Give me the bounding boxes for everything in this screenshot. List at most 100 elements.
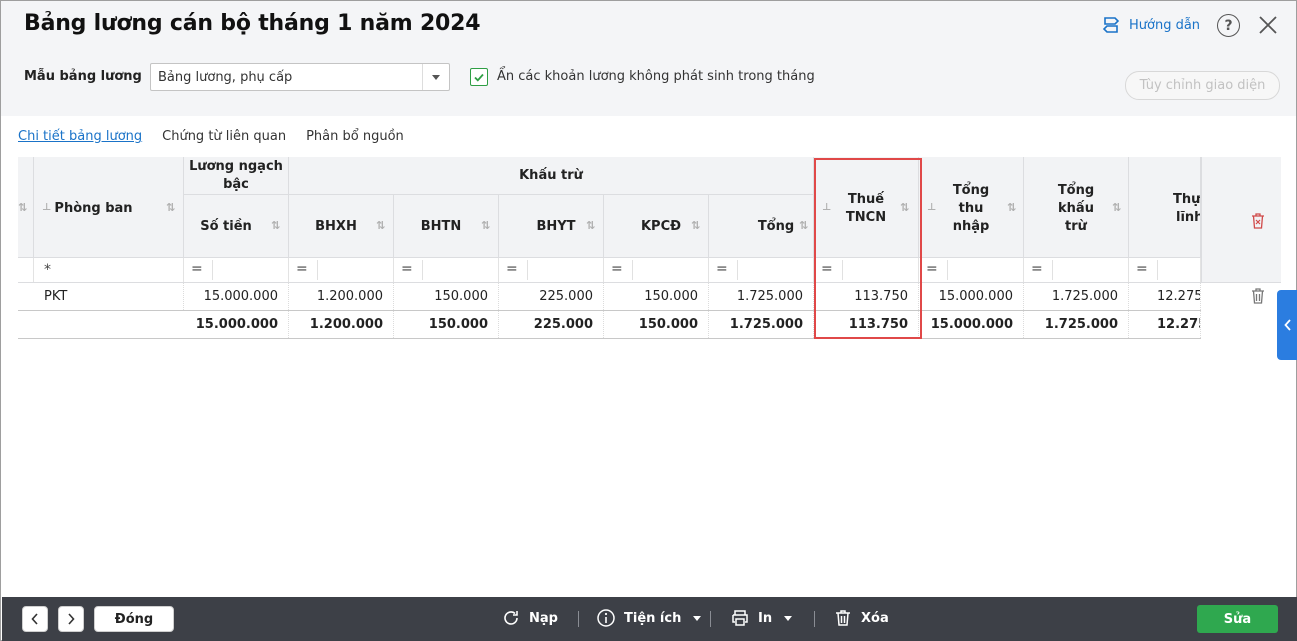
filter-operator[interactable]: = xyxy=(191,261,203,277)
filter-input[interactable] xyxy=(632,260,702,280)
customize-ui-button[interactable]: Tùy chỉnh giao diện xyxy=(1125,71,1280,100)
utilities-button[interactable]: Tiện ích xyxy=(596,608,702,628)
trash-icon[interactable] xyxy=(1250,287,1266,305)
column-header-kpcd[interactable]: KPCĐ ⇅ xyxy=(604,195,709,258)
sort-icon[interactable]: ⇅ xyxy=(376,220,386,232)
filter-operator[interactable]: = xyxy=(401,261,413,277)
cell-bhxh: 1.200.000 xyxy=(289,283,394,310)
column-header-stub: ⇅ xyxy=(18,157,34,258)
question-icon[interactable]: ? xyxy=(1217,14,1240,37)
filter-operator[interactable]: = xyxy=(1031,261,1043,277)
column-header-total-income[interactable]: ⊥ Tổng thu nhập ⇅ xyxy=(919,157,1024,258)
filter-cell-bhxh[interactable]: = xyxy=(289,258,394,282)
side-panel-toggle[interactable] xyxy=(1277,290,1297,360)
filter-cell-kpcd[interactable]: = xyxy=(604,258,709,282)
filter-cell-amount[interactable]: = xyxy=(184,258,289,282)
page-title: Bảng lương cán bộ tháng 1 năm 2024 xyxy=(24,11,481,36)
filter-cell-deduction-total[interactable]: = xyxy=(709,258,814,282)
trash-icon xyxy=(836,610,850,626)
tab-salary-detail[interactable]: Chi tiết bảng lương xyxy=(18,129,142,144)
column-header-net-pay[interactable]: Thực lĩnh xyxy=(1129,157,1201,258)
reload-label: Nạp xyxy=(529,610,558,626)
filter-operator[interactable]: = xyxy=(506,261,518,277)
column-label-department: Phòng ban xyxy=(54,201,133,216)
hide-unused-label: Ẩn các khoản lương không phát sinh trong… xyxy=(497,69,815,84)
column-label-total-deduction-line3: trừ xyxy=(1065,219,1087,234)
filter-input[interactable] xyxy=(212,260,282,280)
sort-icon[interactable]: ⇅ xyxy=(166,202,176,214)
column-label-net-pay-line1: Thực xyxy=(1173,192,1201,207)
cell-kpcd: 150.000 xyxy=(604,283,709,310)
filter-input[interactable] xyxy=(1157,260,1194,280)
hide-unused-checkbox[interactable] xyxy=(470,68,488,86)
total-kpcd: 150.000 xyxy=(604,311,709,338)
delete-button[interactable]: Xóa xyxy=(833,608,889,628)
total-amount: 15.000.000 xyxy=(184,311,289,338)
column-header-department[interactable]: ⊥ Phòng ban ⇅ xyxy=(34,157,184,258)
sort-icon[interactable]: ⇅ xyxy=(799,220,809,232)
filter-cell-net-pay[interactable]: = xyxy=(1129,258,1201,282)
filter-operator[interactable]: = xyxy=(1136,261,1148,277)
print-button[interactable]: In xyxy=(730,608,793,628)
chevron-down-icon[interactable] xyxy=(422,64,449,90)
filter-cell-bhtn[interactable]: = xyxy=(394,258,499,282)
column-label-bhtn: BHTN xyxy=(420,219,462,234)
close-button[interactable]: Đóng xyxy=(94,606,174,632)
cell-bhyt: 225.000 xyxy=(499,283,604,310)
caret-down-icon xyxy=(693,615,702,621)
chevron-left-icon xyxy=(31,613,38,625)
filter-operator[interactable]: = xyxy=(716,261,728,277)
filter-cell-total-income[interactable]: = xyxy=(919,258,1024,282)
filter-input[interactable] xyxy=(527,260,597,280)
template-select[interactable]: Bảng lương, phụ cấp xyxy=(150,63,450,91)
group-label-deductions: Khấu trừ xyxy=(519,168,583,183)
filter-input[interactable] xyxy=(317,260,387,280)
column-label-net-pay-line2: lĩnh xyxy=(1176,210,1201,225)
tab-source-allocation[interactable]: Phân bổ nguồn xyxy=(306,129,404,144)
filter-input[interactable] xyxy=(422,260,492,280)
sort-icon[interactable]: ⇅ xyxy=(18,202,28,214)
help-label: Hướng dẫn xyxy=(1129,17,1201,33)
sort-icon[interactable]: ⇅ xyxy=(481,220,491,232)
filter-cell-stub xyxy=(18,258,34,282)
sort-icon[interactable]: ⇅ xyxy=(1007,202,1017,214)
column-header-amount[interactable]: Số tiền ⇅ xyxy=(184,195,289,258)
tab-related-documents[interactable]: Chứng từ liên quan xyxy=(162,129,286,144)
filter-operator[interactable]: = xyxy=(296,261,308,277)
column-header-deduction-total[interactable]: Tổng ⇅ xyxy=(709,195,814,258)
filter-cell-department[interactable]: * xyxy=(34,258,184,282)
toolbar-divider xyxy=(814,611,815,627)
filter-operator[interactable]: = xyxy=(611,261,623,277)
filter-input[interactable] xyxy=(737,260,807,280)
column-header-bhtn[interactable]: BHTN ⇅ xyxy=(394,195,499,258)
column-header-bhyt[interactable]: BHYT ⇅ xyxy=(499,195,604,258)
salary-dialog: Bảng lương cán bộ tháng 1 năm 2024 Hướng… xyxy=(0,0,1297,641)
info-icon xyxy=(597,609,615,627)
filter-operator[interactable]: = xyxy=(926,261,938,277)
column-header-bhxh[interactable]: BHXH ⇅ xyxy=(289,195,394,258)
close-icon[interactable] xyxy=(1257,14,1279,36)
table-row[interactable]: PKT 15.000.000 1.200.000 150.000 225.000… xyxy=(18,283,1201,311)
sort-icon[interactable]: ⇅ xyxy=(1112,202,1122,214)
column-label-total-income-line3: nhập xyxy=(952,219,990,234)
previous-button[interactable] xyxy=(22,606,48,632)
filter-cell-total-deduction[interactable]: = xyxy=(1024,258,1129,282)
sort-icon[interactable]: ⇅ xyxy=(586,220,596,232)
filter-input[interactable] xyxy=(947,260,1017,280)
delete-all-icon[interactable] xyxy=(1250,212,1266,230)
printer-icon xyxy=(732,610,748,626)
column-label-total-deduction-line2: khấu xyxy=(1058,201,1094,216)
check-icon xyxy=(474,73,484,82)
totals-row: 15.000.000 1.200.000 150.000 225.000 150… xyxy=(18,311,1201,339)
filter-input[interactable] xyxy=(1052,260,1122,280)
filter-cell-bhyt[interactable]: = xyxy=(499,258,604,282)
column-header-total-deduction[interactable]: Tổng khấu trừ ⇅ xyxy=(1024,157,1129,258)
sort-icon[interactable]: ⇅ xyxy=(691,220,701,232)
sort-icon[interactable]: ⇅ xyxy=(271,220,281,232)
help-link[interactable]: Hướng dẫn xyxy=(1101,15,1200,35)
reload-button[interactable]: Nạp xyxy=(501,608,558,628)
edit-button[interactable]: Sửa xyxy=(1197,605,1278,633)
template-label: Mẫu bảng lương xyxy=(24,69,142,84)
next-button[interactable] xyxy=(58,606,84,632)
footer-toolbar: Đóng Nạp Tiện ích In Xóa Sửa xyxy=(2,597,1297,641)
